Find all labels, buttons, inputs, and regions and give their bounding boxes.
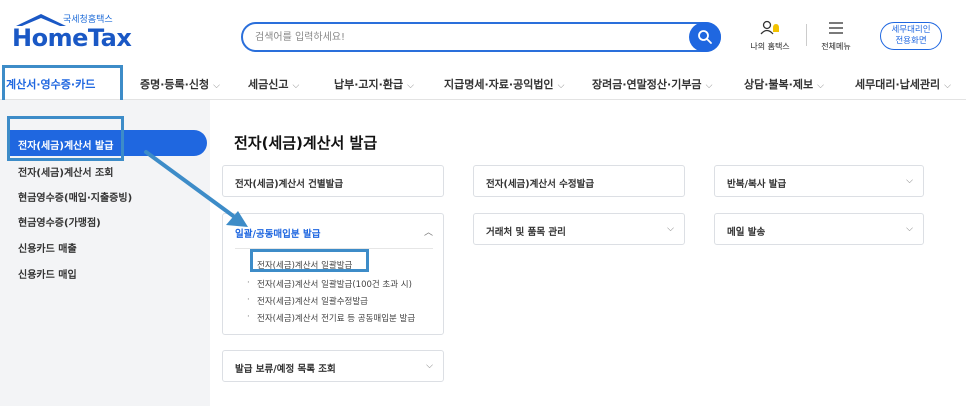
gnb-item-agent[interactable]: 세무대리·납세관리 ⌵ <box>855 76 951 92</box>
card-label: 일괄/공동매입분 발급 <box>235 229 321 240</box>
all-menu-label: 전체메뉴 <box>821 42 851 51</box>
page-title: 전자(세금)계산서 발급 <box>234 134 378 152</box>
card-label: 전자(세금)계산서 수정발급 <box>486 179 595 190</box>
bulk-link-over100[interactable]: 전자(세금)계산서 일괄발급(100건 초과 시) <box>257 278 412 290</box>
search-icon <box>698 30 712 44</box>
card-repeat-issue[interactable]: 반복/복사 발급 ⌵ <box>714 165 924 197</box>
gnb-item-payment[interactable]: 납부·고지·환급 ⌵ <box>334 76 414 92</box>
bullet: · <box>247 278 250 288</box>
gnb-item-consult[interactable]: 상담·불복·제보 ⌵ <box>744 76 824 92</box>
card-label: 발급 보류/예정 목록 조회 <box>235 364 336 375</box>
hamburger-icon <box>829 22 843 34</box>
card-modify-issue[interactable]: 전자(세금)계산서 수정발급 <box>473 165 685 197</box>
sidebar-item-cash-receipt-merchant[interactable]: 현금영수증(가맹점) <box>18 214 101 229</box>
my-hometax-label: 나의 홈택스 <box>750 42 790 51</box>
sidebar-item-card-purchase[interactable]: 신용카드 매입 <box>18 266 77 281</box>
global-nav: 계산서·영수증·카드 증명·등록·신청 ⌵ 세금신고 ⌵ 납부·고지·환급 ⌵ 지급명… <box>0 66 966 100</box>
logo-text: HomeTax <box>12 24 132 52</box>
search-bar <box>241 22 721 52</box>
chevron-down-icon: ⌵ <box>557 81 565 91</box>
card-bulk-issue[interactable]: 일괄/공동매입분 발급 ︿ 전자(세금)계산서 일괄발급 · 전자(세금)계산서… <box>222 213 444 335</box>
gnb-highlight-box <box>2 65 123 103</box>
gnb-item-tax-return[interactable]: 세금신고 ⌵ <box>248 76 299 92</box>
chevron-down-icon: ⌵ <box>407 81 414 91</box>
chevron-down-icon: ⌵ <box>817 81 824 91</box>
card-label: 전자(세금)계산서 건별발급 <box>235 179 344 190</box>
gnb-label: 장려금·연말정산·기부금 <box>592 78 702 91</box>
hometax-logo[interactable]: 국세청홈택스 HomeTax <box>8 10 132 54</box>
user-bell-icon <box>760 20 779 35</box>
chevron-down-icon: ⌵ <box>705 81 713 91</box>
card-email-send[interactable]: 메일 발송 ⌵ <box>714 213 924 245</box>
chevron-down-icon: ⌵ <box>667 224 674 234</box>
card-partner-management[interactable]: 거래처 및 품목 관리 ⌵ <box>473 213 685 245</box>
card-label: 거래처 및 품목 관리 <box>486 227 566 238</box>
sidebar-item-cash-receipt-purchase[interactable]: 현금영수증(매입·지출증빙) <box>18 189 132 204</box>
bullet: · <box>247 295 250 305</box>
search-button[interactable] <box>689 22 721 52</box>
all-menu-link[interactable]: 전체메뉴 <box>816 20 856 52</box>
bulk-link-modify[interactable]: 전자(세금)계산서 일괄수정발급 <box>257 295 368 307</box>
bulk-link-joint-purchase[interactable]: 전자(세금)계산서 전기료 등 공동매입분 발급 <box>257 312 415 324</box>
chevron-down-icon: ⌵ <box>426 361 433 371</box>
header-divider <box>806 24 807 46</box>
sidebar-item-card-sales[interactable]: 신용카드 매출 <box>18 240 77 255</box>
gnb-label: 상담·불복·제보 <box>744 78 814 91</box>
bullet: · <box>247 312 250 322</box>
chevron-down-icon: ⌵ <box>213 81 220 91</box>
gnb-item-certificate[interactable]: 증명·등록·신청 ⌵ <box>140 76 220 92</box>
chevron-up-icon: ︿ <box>423 228 433 238</box>
chevron-down-icon: ⌵ <box>292 81 300 91</box>
gnb-label: 세무대리·납세관리 <box>855 78 941 91</box>
sidebar-item-inquiry[interactable]: 전자(세금)계산서 조회 <box>18 164 113 179</box>
gnb-label: 지급명세·자료·공익법인 <box>444 78 554 91</box>
gnb-label: 납부·고지·환급 <box>334 78 404 91</box>
bulk-issue-highlight-box <box>250 249 369 272</box>
card-individual-issue[interactable]: 전자(세금)계산서 건별발급 <box>222 165 444 197</box>
gnb-item-statement[interactable]: 지급명세·자료·공익법인 ⌵ <box>444 76 564 92</box>
gnb-label: 증명·등록·신청 <box>140 78 210 91</box>
search-input[interactable] <box>255 28 675 46</box>
card-label: 메일 발송 <box>727 227 766 238</box>
chevron-down-icon: ⌵ <box>906 224 913 234</box>
gnb-label: 세금신고 <box>248 78 289 91</box>
card-label: 반복/복사 발급 <box>727 179 787 190</box>
tax-agent-button[interactable]: 세무대리인 전용화면 <box>880 22 942 50</box>
gnb-item-incentive[interactable]: 장려금·연말정산·기부금 ⌵ <box>592 76 712 92</box>
chevron-down-icon: ⌵ <box>906 176 913 186</box>
card-pending-list[interactable]: 발급 보류/예정 목록 조회 ⌵ <box>222 350 444 382</box>
my-hometax-link[interactable]: 나의 홈택스 <box>748 20 792 52</box>
sidebar-highlight-box <box>7 116 124 161</box>
chevron-down-icon: ⌵ <box>944 81 951 91</box>
